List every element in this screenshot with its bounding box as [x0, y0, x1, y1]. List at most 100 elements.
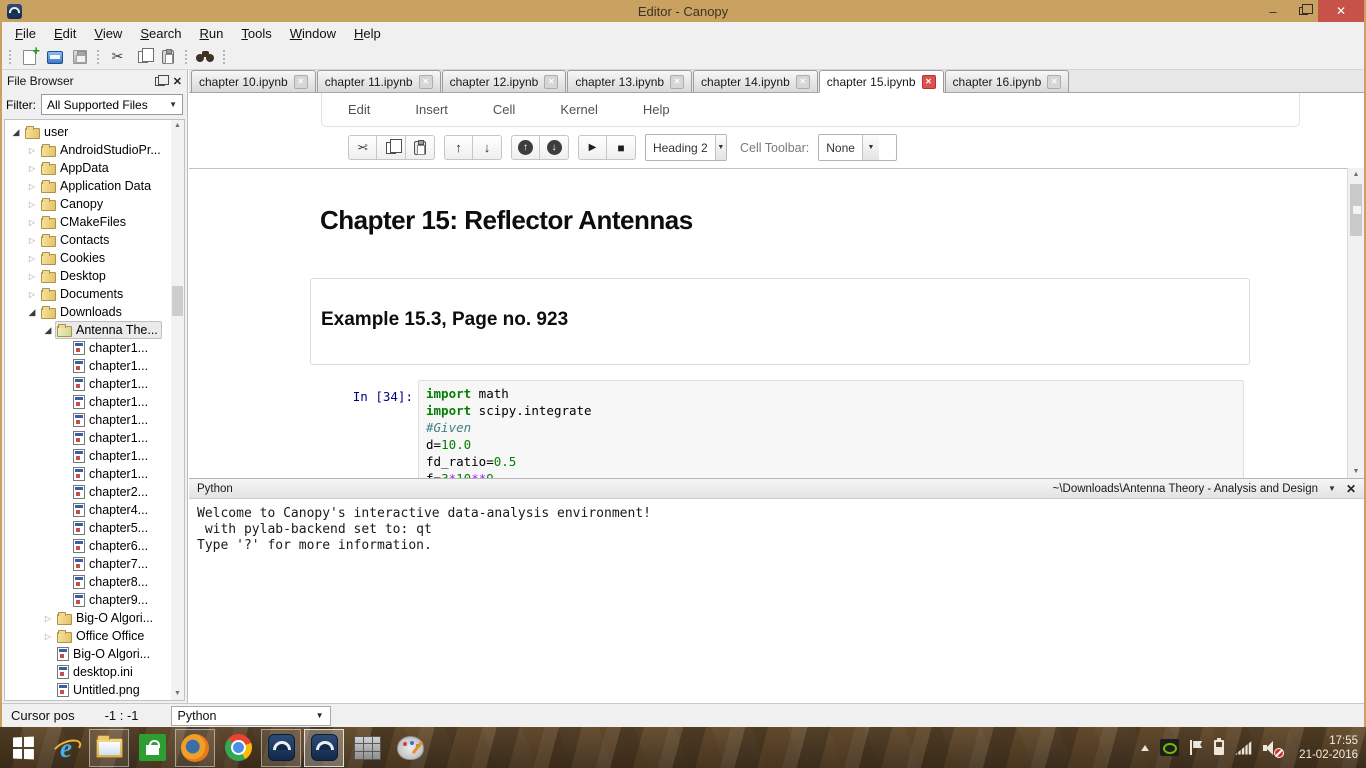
expand-arrow-icon[interactable]: ▷ — [41, 632, 55, 641]
menu-search[interactable]: Search — [131, 24, 190, 43]
open-button[interactable] — [43, 46, 66, 68]
tab-close-icon[interactable]: ✕ — [544, 75, 558, 89]
tree-folder-cmakefiles[interactable]: ▷CMakeFiles — [5, 213, 184, 231]
tree-file-chapter7[interactable]: chapter7... — [5, 555, 184, 573]
tab-close-icon[interactable]: ✕ — [294, 75, 308, 89]
tree-file-chapter1[interactable]: chapter1... — [5, 465, 184, 483]
scroll-down-icon[interactable]: ▼ — [1348, 465, 1364, 478]
tray-action-center-flag-icon[interactable] — [1190, 740, 1203, 755]
expand-arrow-icon[interactable]: ▷ — [25, 236, 39, 245]
minimize-button[interactable]: – — [1258, 0, 1288, 22]
expand-arrow-icon[interactable]: ▷ — [25, 272, 39, 281]
cell-toolbar-dropdown[interactable]: None ▼ — [818, 134, 897, 161]
tab-close-icon[interactable]: ✕ — [419, 75, 433, 89]
expand-arrow-icon[interactable]: ▷ — [25, 290, 39, 299]
tree-folder-antenna-the[interactable]: ◢Antenna The... — [5, 321, 184, 339]
menu-file[interactable]: File — [6, 24, 45, 43]
tree-file-chapter4[interactable]: chapter4... — [5, 501, 184, 519]
expand-arrow-icon[interactable]: ▷ — [25, 200, 39, 209]
toolbar-handle[interactable] — [8, 49, 13, 65]
tab-close-icon[interactable]: ✕ — [670, 75, 684, 89]
paste-button[interactable] — [156, 46, 179, 68]
filter-dropdown[interactable]: All Supported Files ▼ — [41, 94, 183, 115]
expand-arrow-icon[interactable]: ▷ — [25, 254, 39, 263]
copy-cell-button[interactable] — [377, 135, 406, 160]
tree-file-chapter2[interactable]: chapter2... — [5, 483, 184, 501]
console-body[interactable]: Welcome to Canopy's interactive data-ana… — [189, 499, 1364, 561]
taskbar-internet-explorer-button[interactable] — [46, 729, 86, 767]
taskbar-bricks-game-button[interactable] — [347, 729, 387, 767]
taskbar-chrome-button[interactable] — [218, 729, 258, 767]
interrupt-kernel-button[interactable]: ■ — [607, 135, 636, 160]
tree-file-chapter1[interactable]: chapter1... — [5, 393, 184, 411]
taskbar-start-button[interactable] — [3, 729, 43, 767]
example-heading-cell[interactable]: Example 15.3, Page no. 923 — [310, 278, 1250, 365]
file-tree-scrollbar[interactable]: ▲ ▼ — [171, 120, 184, 700]
scroll-up-icon[interactable]: ▲ — [1348, 168, 1364, 181]
scrollbar-thumb[interactable] — [1350, 184, 1362, 236]
menu-view[interactable]: View — [85, 24, 131, 43]
tree-folder-canopy[interactable]: ▷Canopy — [5, 195, 184, 213]
menu-help[interactable]: Help — [345, 24, 390, 43]
tab-chapter-10-ipynb[interactable]: chapter 10.ipynb✕ — [191, 70, 316, 92]
move-cell-up-button[interactable]: ↑ — [444, 135, 473, 160]
tree-file-chapter6[interactable]: chapter6... — [5, 537, 184, 555]
tab-chapter-12-ipynb[interactable]: chapter 12.ipynb✕ — [442, 70, 567, 92]
tree-folder-desktop[interactable]: ▷Desktop — [5, 267, 184, 285]
tree-file-chapter8[interactable]: chapter8... — [5, 573, 184, 591]
menu-window[interactable]: Window — [281, 24, 345, 43]
taskbar-paint-button[interactable] — [390, 729, 430, 767]
notebook-menu-help[interactable]: Help — [643, 102, 670, 117]
collapse-arrow-icon[interactable]: ◢ — [41, 325, 55, 336]
scrollbar-thumb[interactable] — [172, 286, 183, 316]
restore-button[interactable] — [1288, 0, 1318, 22]
taskbar-windows-store-button[interactable] — [132, 729, 172, 767]
expand-arrow-icon[interactable]: ▷ — [25, 182, 39, 191]
copy-button[interactable] — [131, 46, 154, 68]
menu-run[interactable]: Run — [191, 24, 233, 43]
taskbar-canopy-button[interactable] — [304, 729, 344, 767]
tree-folder-application-data[interactable]: ▷Application Data — [5, 177, 184, 195]
tab-close-icon[interactable]: ✕ — [1047, 75, 1061, 89]
tree-folder-big-o-algori[interactable]: ▷Big-O Algori... — [5, 609, 184, 627]
tab-chapter-11-ipynb[interactable]: chapter 11.ipynb✕ — [317, 70, 441, 92]
tree-folder-androidstudiopr[interactable]: ▷AndroidStudioPr... — [5, 141, 184, 159]
tree-file-chapter1[interactable]: chapter1... — [5, 411, 184, 429]
tree-folder-user[interactable]: ◢user — [5, 123, 184, 141]
close-console-icon[interactable]: ✕ — [1346, 482, 1356, 496]
tab-chapter-16-ipynb[interactable]: chapter 16.ipynb✕ — [945, 70, 1070, 92]
taskbar-firefox-button[interactable] — [175, 729, 215, 767]
language-dropdown[interactable]: Python ▼ — [171, 706, 331, 726]
tab-close-icon[interactable]: ✕ — [796, 75, 810, 89]
scroll-down-icon[interactable]: ▼ — [171, 688, 184, 700]
chevron-down-icon[interactable]: ▼ — [1328, 484, 1336, 493]
tab-chapter-13-ipynb[interactable]: chapter 13.ipynb✕ — [567, 70, 692, 92]
tree-folder-downloads[interactable]: ◢Downloads — [5, 303, 184, 321]
tree-file-chapter1[interactable]: chapter1... — [5, 375, 184, 393]
tray-battery-icon[interactable] — [1214, 740, 1224, 755]
toolbar-handle[interactable] — [222, 49, 227, 65]
select-previous-cell-button[interactable]: ↑ — [511, 135, 540, 160]
tray-network-signal-icon[interactable] — [1235, 741, 1252, 755]
tree-folder-documents[interactable]: ▷Documents — [5, 285, 184, 303]
tree-file-chapter9[interactable]: chapter9... — [5, 591, 184, 609]
code-cell[interactable]: In [34]: import mathimport scipy.integra… — [189, 378, 1347, 478]
taskbar-file-explorer-button[interactable] — [89, 729, 129, 767]
notebook-menu-kernel[interactable]: Kernel — [560, 102, 598, 117]
tree-file-chapter5[interactable]: chapter5... — [5, 519, 184, 537]
cell-type-dropdown[interactable]: Heading 2 ▼ — [645, 134, 727, 161]
close-panel-icon[interactable]: ✕ — [173, 75, 182, 88]
tree-folder-cookies[interactable]: ▷Cookies — [5, 249, 184, 267]
save-button[interactable] — [68, 46, 91, 68]
tree-folder-appdata[interactable]: ▷AppData — [5, 159, 184, 177]
notebook-menu-insert[interactable]: Insert — [415, 102, 448, 117]
tree-file-chapter1[interactable]: chapter1... — [5, 357, 184, 375]
tab-close-icon[interactable]: ✕ — [922, 75, 936, 89]
cell-input[interactable]: import mathimport scipy.integrate#Givend… — [418, 380, 1244, 478]
taskbar-canopy-button[interactable] — [261, 729, 301, 767]
select-next-cell-button[interactable]: ↓ — [540, 135, 569, 160]
menu-tools[interactable]: Tools — [232, 24, 280, 43]
tree-file-big-o-algori[interactable]: Big-O Algori... — [5, 645, 184, 663]
scroll-up-icon[interactable]: ▲ — [171, 120, 184, 132]
expand-arrow-icon[interactable]: ▷ — [25, 164, 39, 173]
